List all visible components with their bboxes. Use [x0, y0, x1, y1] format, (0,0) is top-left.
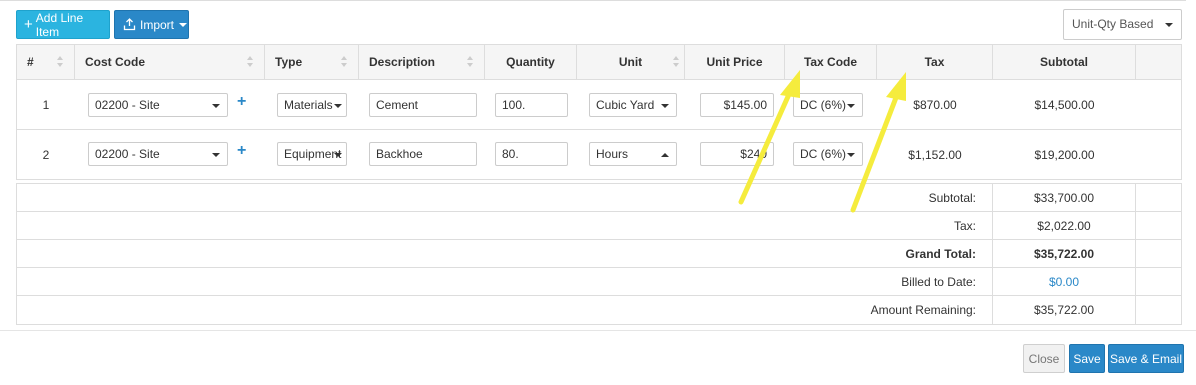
- chevron-down-icon: [847, 153, 855, 157]
- tax-code-select[interactable]: DC (6%): [793, 142, 863, 166]
- description-input[interactable]: Cement: [369, 93, 477, 117]
- chevron-down-icon: [847, 104, 855, 108]
- cost-code-select[interactable]: 02200 - Site: [88, 93, 228, 117]
- plus-icon: +: [24, 16, 33, 33]
- tax-total-value: $2,022.00: [993, 212, 1136, 240]
- tax-value: $870.00: [913, 98, 957, 112]
- description-input[interactable]: Backhoe: [369, 142, 477, 166]
- unit-price-input[interactable]: $145.00: [700, 93, 774, 117]
- add-line-item-button[interactable]: + Add Line Item: [16, 10, 110, 39]
- save-and-email-button[interactable]: Save & Email: [1108, 344, 1184, 373]
- save-button[interactable]: Save: [1069, 344, 1105, 373]
- chevron-down-icon: [661, 104, 669, 108]
- row-number: 1: [42, 98, 50, 112]
- chevron-down-icon: [212, 104, 220, 108]
- add-line-item-label: Add Line Item: [35, 10, 84, 39]
- table-header: # Cost Code Type Description Quantity Un…: [17, 45, 1181, 80]
- col-header-unit-price[interactable]: Unit Price: [685, 45, 785, 80]
- tax-label: Tax:: [17, 212, 993, 240]
- chevron-down-icon: [1165, 23, 1173, 27]
- amount-remaining-label: Amount Remaining:: [17, 296, 993, 324]
- row-number: 2: [42, 148, 50, 162]
- amount-remaining-value: $35,722.00: [993, 296, 1136, 324]
- upload-icon: [123, 18, 136, 31]
- unit-select[interactable]: Hours: [589, 142, 677, 166]
- subtotal-value: $14,500.00: [1034, 98, 1095, 112]
- grand-total-value: $35,722.00: [993, 240, 1136, 268]
- tax-value: $1,152.00: [908, 148, 962, 162]
- table-row: 2 02200 - Site + Equipment Backhoe 80. H…: [17, 130, 1181, 180]
- subtotal-total-value: $33,700.00: [993, 184, 1136, 212]
- add-cost-code-icon[interactable]: +: [237, 142, 246, 160]
- sort-icon: [467, 56, 473, 68]
- chevron-down-icon: [179, 22, 188, 27]
- unit-select[interactable]: Cubic Yard: [589, 93, 677, 117]
- chevron-down-icon: [334, 104, 342, 108]
- table-row: 1 02200 - Site + Materials Cement 100. C…: [17, 80, 1181, 130]
- type-select[interactable]: Equipment: [277, 142, 347, 166]
- pricing-mode-select[interactable]: Unit-Qty Based: [1063, 9, 1182, 40]
- sort-icon: [57, 56, 63, 68]
- col-header-tax[interactable]: Tax: [877, 45, 993, 80]
- quantity-input[interactable]: 100.: [495, 93, 568, 117]
- col-header-num[interactable]: #: [17, 45, 75, 80]
- totals-row-remaining: Amount Remaining: $35,722.00: [17, 296, 1181, 324]
- unit-price-input[interactable]: $240: [700, 142, 774, 166]
- col-header-tax-code[interactable]: Tax Code: [785, 45, 877, 80]
- col-header-quantity[interactable]: Quantity: [485, 45, 577, 80]
- type-select[interactable]: Materials: [277, 93, 347, 117]
- col-header-subtotal[interactable]: Subtotal: [993, 45, 1136, 80]
- chevron-down-icon: [334, 153, 342, 157]
- line-items-table: # Cost Code Type Description Quantity Un…: [16, 44, 1182, 180]
- col-header-unit[interactable]: Unit: [577, 45, 685, 80]
- totals-row-tax: Tax: $2,022.00: [17, 212, 1181, 240]
- subtotal-value: $19,200.00: [1034, 148, 1095, 162]
- import-label: Import: [140, 17, 175, 32]
- totals-row-grand-total: Grand Total: $35,722.00: [17, 240, 1181, 268]
- col-header-description[interactable]: Description: [359, 45, 485, 80]
- footer-divider: [0, 330, 1196, 331]
- totals-row-billed: Billed to Date: $0.00: [17, 268, 1181, 296]
- pricing-mode-value: Unit-Qty Based: [1072, 17, 1154, 31]
- close-button[interactable]: Close: [1023, 344, 1065, 373]
- sort-icon: [341, 56, 347, 68]
- billed-to-date-label: Billed to Date:: [17, 268, 993, 296]
- subtotal-label: Subtotal:: [17, 184, 993, 212]
- top-divider: [0, 0, 1186, 1]
- quantity-input[interactable]: 80.: [495, 142, 568, 166]
- sort-icon: [673, 56, 679, 68]
- chevron-down-icon: [212, 153, 220, 157]
- col-header-cost-code[interactable]: Cost Code: [75, 45, 265, 80]
- billed-to-date-link[interactable]: $0.00: [993, 268, 1136, 296]
- grand-total-label: Grand Total:: [17, 240, 993, 268]
- col-header-type[interactable]: Type: [265, 45, 359, 80]
- totals-row-subtotal: Subtotal: $33,700.00: [17, 184, 1181, 212]
- cost-code-select[interactable]: 02200 - Site: [88, 142, 228, 166]
- sort-icon: [247, 56, 253, 68]
- import-button[interactable]: Import: [114, 10, 189, 39]
- chevron-up-icon: [661, 153, 669, 157]
- add-cost-code-icon[interactable]: +: [237, 93, 246, 111]
- totals-table: Subtotal: $33,700.00 Tax: $2,022.00 Gran…: [16, 183, 1182, 325]
- tax-code-select[interactable]: DC (6%): [793, 93, 863, 117]
